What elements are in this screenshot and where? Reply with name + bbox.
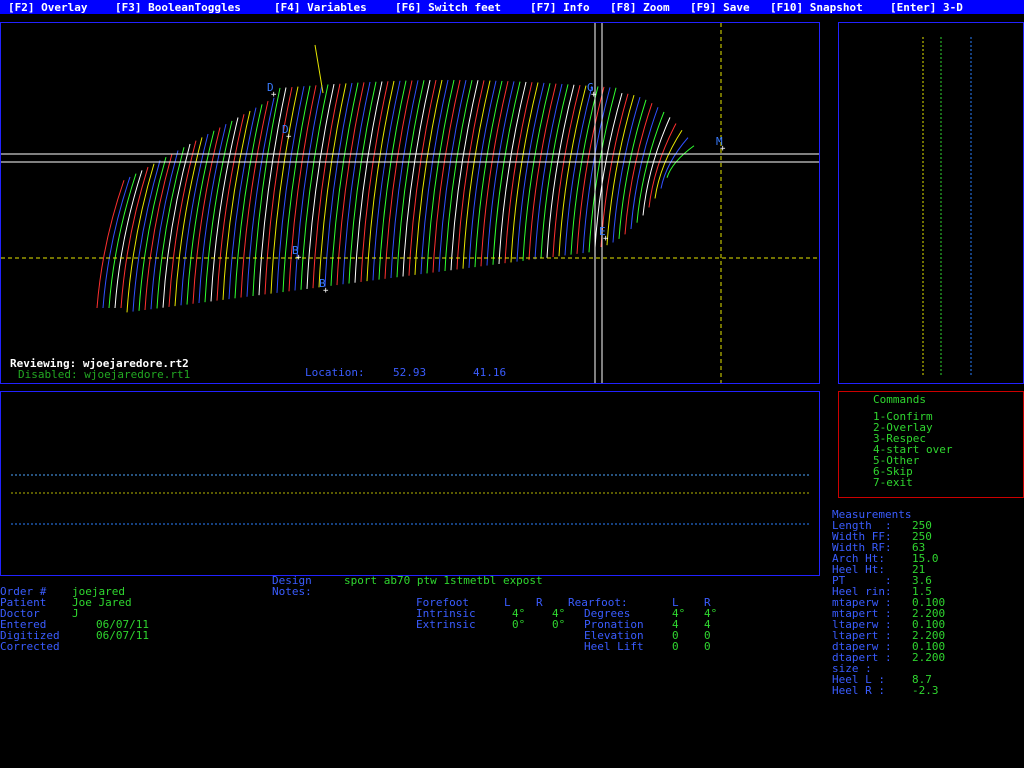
- menu-boolean-toggles[interactable]: [F3] BooleanToggles: [115, 2, 241, 13]
- forefoot-col-l: L: [504, 596, 511, 609]
- forefoot-col-r: R: [536, 596, 543, 609]
- rearfoot-row-label: Heel Lift: [584, 640, 644, 653]
- profile-lines: [922, 37, 972, 375]
- location-label: Location:: [305, 366, 365, 379]
- order-value: Joe Jared: [72, 596, 132, 609]
- menu-snapshot[interactable]: [F10] Snapshot: [770, 2, 863, 13]
- disabled-file: Disabled: wjoejaredore.rt1: [18, 368, 191, 381]
- menu-overlay[interactable]: [F2] Overlay: [8, 2, 87, 13]
- foot-scan-contours[interactable]: D+D+G+M+B+B+E+: [1, 23, 819, 383]
- contour-line: [624, 103, 653, 235]
- landmark-crosshair: +: [603, 234, 609, 244]
- pressure-graph-panel: [0, 391, 820, 576]
- measurement-value: -2.3: [912, 684, 939, 697]
- measurement-value: 2.200: [912, 651, 946, 664]
- landmark-crosshair: +: [720, 144, 726, 154]
- landmark-crosshair: +: [271, 90, 277, 100]
- measurement-label: Heel R :: [832, 684, 885, 697]
- graph-lines: [11, 474, 811, 525]
- landmark-crosshair: +: [591, 90, 597, 100]
- rearfoot-right-value: 0: [704, 640, 711, 653]
- rearfoot-left-value: 0: [672, 640, 679, 653]
- menu-info[interactable]: [F7] Info: [530, 2, 590, 13]
- location-y: 41.16: [473, 366, 507, 379]
- menu-save[interactable]: [F9] Save: [690, 2, 750, 13]
- commands-title: Commands: [873, 393, 926, 406]
- side-profile-panel: [838, 22, 1024, 384]
- location-x: 52.93: [393, 366, 427, 379]
- foot-scan-panel[interactable]: D + D + G + M + B + B + E + Reviewing: wjoejaredore.r…: [0, 22, 820, 384]
- order-value: 06/07/11: [96, 629, 149, 642]
- landmark-crosshair: +: [323, 286, 329, 296]
- order-label: Corrected: [0, 640, 60, 653]
- forefoot-row-label: Extrinsic: [416, 618, 476, 631]
- commands-panel: Commands 1-Confirm 2-Overlay 3-Respec 4-sta…: [838, 391, 1024, 498]
- command-item[interactable]: 7-exit: [873, 477, 913, 488]
- order-value: J: [72, 607, 79, 620]
- menu-variables[interactable]: [F4] Variables: [274, 2, 367, 13]
- notes-label: Notes:: [272, 585, 312, 598]
- forefoot-right-value: 0°: [552, 618, 566, 631]
- landmark-crosshair: +: [286, 132, 292, 142]
- menu-3d[interactable]: [Enter] 3-D: [890, 2, 963, 13]
- landmark-crosshair: +: [296, 253, 302, 263]
- design-value: sport ab70 ptw 1stmetbl expost: [344, 574, 543, 587]
- menu-switch-feet[interactable]: [F6] Switch feet: [395, 2, 501, 13]
- forefoot-left-value: 0°: [512, 618, 526, 631]
- menu-bar: [F2] Overlay [F3] BooleanToggles [F4] Va…: [0, 0, 1024, 14]
- menu-zoom[interactable]: [F8] Zoom: [610, 2, 670, 13]
